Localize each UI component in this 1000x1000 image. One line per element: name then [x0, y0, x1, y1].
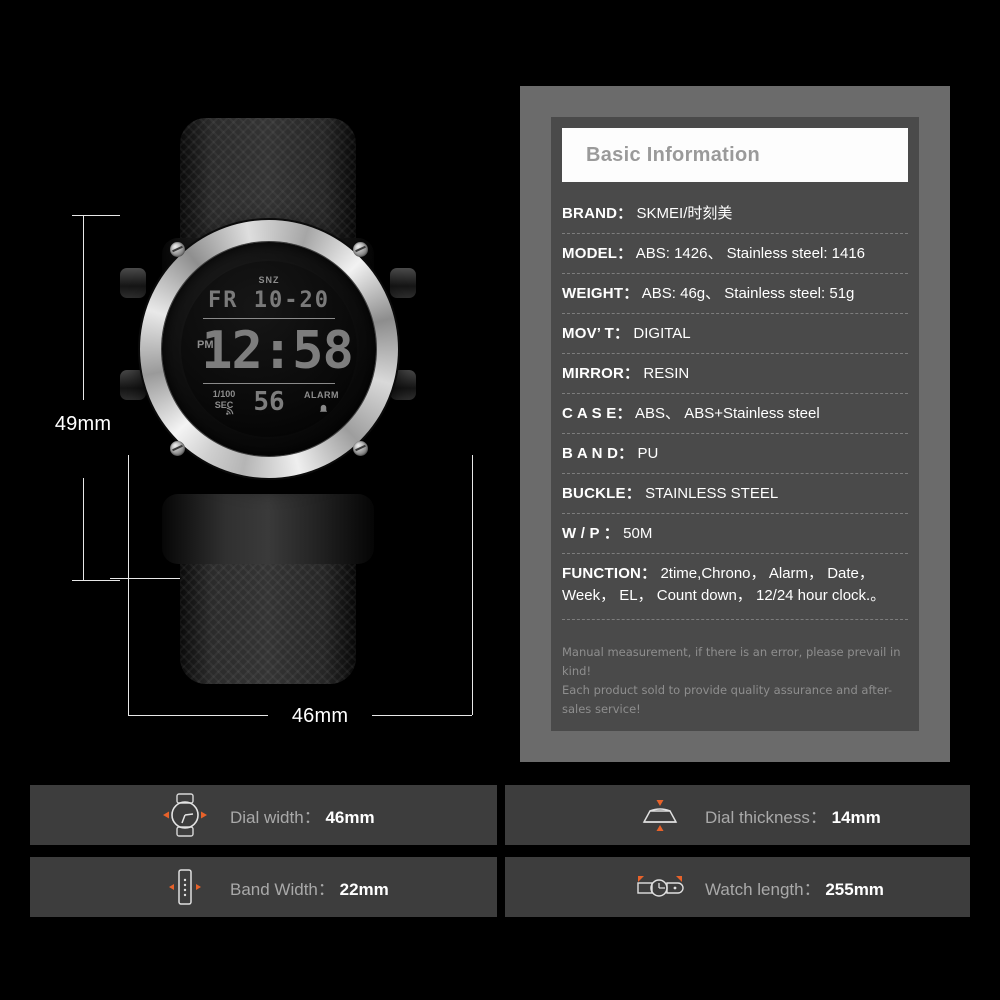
dim-width-line-right	[472, 455, 473, 715]
spec-key: BRAND：	[562, 205, 633, 222]
spec-value: 50M	[623, 525, 653, 542]
panel-title: Basic Information	[586, 143, 761, 166]
dim-height-tick-bottom	[72, 580, 120, 581]
spec-row-case: C A S E： ABS、 ABS+Stainless steel	[562, 394, 908, 434]
dim-height-tick-top	[72, 215, 120, 216]
watch-dial: SNZ FR 10-20 PM 12:58 1/100 SEC 56 ALARM	[181, 261, 357, 437]
spec-row-weight: WEIGHT： ABS: 46g、 Stainless steel: 51g	[562, 274, 908, 314]
bezel-screw-top-right	[353, 242, 368, 257]
watch-lcd-display: SNZ FR 10-20 PM 12:58 1/100 SEC 56 ALARM	[181, 261, 357, 437]
spec-row-movement: MOV’ T： DIGITAL	[562, 314, 908, 354]
watch-pusher-left-upper	[120, 268, 146, 298]
feature-card-label: Dial width：	[230, 807, 321, 827]
feature-card-text: Watch length： 255mm	[705, 875, 884, 900]
watch-photo-area: 49mm 46mm SNZ FR 10-20 PM 12:58 1/100 SE…	[0, 0, 505, 770]
dim-height-line-lower	[83, 478, 84, 580]
feature-card-label: Dial thickness：	[705, 807, 827, 827]
dim-height-label: 49mm	[54, 413, 112, 435]
spec-row-band: B A N D： PU	[562, 434, 908, 474]
spec-key: FUNCTION：	[562, 565, 657, 582]
watch-length-icon	[615, 864, 705, 910]
feature-card-value: 22mm	[339, 879, 389, 899]
feature-card-value: 255mm	[825, 879, 884, 899]
spec-key: C A S E：	[562, 405, 632, 422]
spec-table: BRAND： SKMEI/时刻美 MODEL： ABS: 1426、 Stain…	[562, 194, 908, 620]
watch-lug-bottom	[162, 494, 374, 564]
watch-pusher-right-upper	[390, 268, 416, 298]
spec-key: WEIGHT：	[562, 285, 639, 302]
feature-card-text: Dial thickness： 14mm	[705, 803, 881, 828]
lcd-divider-top	[203, 318, 335, 319]
feature-card-dial-thickness: Dial thickness： 14mm	[505, 785, 970, 845]
disclaimer-line-1: Manual measurement, if there is an error…	[562, 645, 901, 678]
spec-value: DIGITAL	[633, 325, 691, 342]
feature-card-dial-width: Dial width： 46mm	[30, 785, 497, 845]
dim-width-line-seg-right	[372, 715, 472, 716]
basic-information-inner-panel: Basic Information BRAND： SKMEI/时刻美 MODEL…	[551, 117, 919, 731]
lcd-alarm-indicator: ALARM	[304, 390, 339, 400]
spec-value: ABS: 46g、 Stainless steel: 51g	[641, 285, 855, 302]
feature-card-value: 14mm	[831, 807, 881, 827]
disclaimer-line-2: Each product sold to provide quality ass…	[562, 683, 893, 716]
feature-card-label: Band Width：	[230, 879, 335, 899]
lcd-snz-indicator: SNZ	[258, 275, 280, 285]
watch-case-bezel: SNZ FR 10-20 PM 12:58 1/100 SEC 56 ALARM	[140, 220, 398, 478]
feature-card-text: Dial width： 46mm	[230, 803, 375, 828]
disclaimer-note: Manual measurement, if there is an error…	[562, 643, 908, 719]
lcd-divider-bottom	[203, 383, 335, 384]
dim-width-line-seg-left	[128, 715, 268, 716]
bell-icon	[318, 404, 329, 418]
watch-product-image: SNZ FR 10-20 PM 12:58 1/100 SEC 56 ALARM	[118, 118, 418, 684]
panel-header: Basic Information	[562, 128, 908, 182]
spec-key: BUCKLE：	[562, 485, 641, 502]
spec-row-buckle: BUCKLE： STAINLESS STEEL	[562, 474, 908, 514]
dim-height-line-upper	[83, 215, 84, 400]
spec-row-mirror: MIRROR： RESIN	[562, 354, 908, 394]
feature-card-text: Band Width： 22mm	[230, 875, 389, 900]
basic-information-panel: Basic Information BRAND： SKMEI/时刻美 MODEL…	[520, 86, 950, 762]
spec-key: MIRROR：	[562, 365, 640, 382]
spec-row-function: FUNCTION： 2time,Chrono， Alarm， Date， Wee…	[562, 554, 908, 620]
spec-value: RESIN	[643, 365, 690, 382]
bezel-screw-top-left	[170, 242, 185, 257]
spec-value: PU	[637, 445, 659, 462]
lcd-time-readout: 12:58	[201, 321, 354, 381]
watch-dial-thickness-icon	[615, 792, 705, 838]
spec-key: W / P ：	[562, 525, 619, 542]
watch-inner-bezel: SNZ FR 10-20 PM 12:58 1/100 SEC 56 ALARM	[162, 242, 376, 456]
spec-value: ABS: 1426、 Stainless steel: 1416	[635, 245, 866, 262]
feature-card-value: 46mm	[325, 807, 375, 827]
lcd-date-readout: FR 10-20	[208, 288, 330, 313]
spec-value: STAINLESS STEEL	[645, 485, 779, 502]
spec-row-brand: BRAND： SKMEI/时刻美	[562, 194, 908, 234]
signal-wave-icon	[225, 405, 236, 419]
dim-width-label: 46mm	[291, 705, 349, 727]
bezel-screw-bottom-right	[353, 441, 368, 456]
spec-key: B A N D：	[562, 445, 634, 462]
spec-key: MODEL：	[562, 245, 633, 262]
spec-value: SKMEI/时刻美	[636, 205, 733, 222]
feature-card-watch-length: Watch length： 255mm	[505, 857, 970, 917]
feature-card-label: Watch length：	[705, 879, 821, 899]
watch-band-width-icon	[140, 864, 230, 910]
bezel-screw-bottom-left	[170, 441, 185, 456]
watch-dial-width-icon	[140, 792, 230, 838]
spec-key: MOV’ T：	[562, 325, 630, 342]
spec-row-water-resistance: W / P ： 50M	[562, 514, 908, 554]
spec-row-model: MODEL： ABS: 1426、 Stainless steel: 1416	[562, 234, 908, 274]
spec-value: ABS、 ABS+Stainless steel	[635, 405, 820, 422]
feature-card-band-width: Band Width： 22mm	[30, 857, 497, 917]
